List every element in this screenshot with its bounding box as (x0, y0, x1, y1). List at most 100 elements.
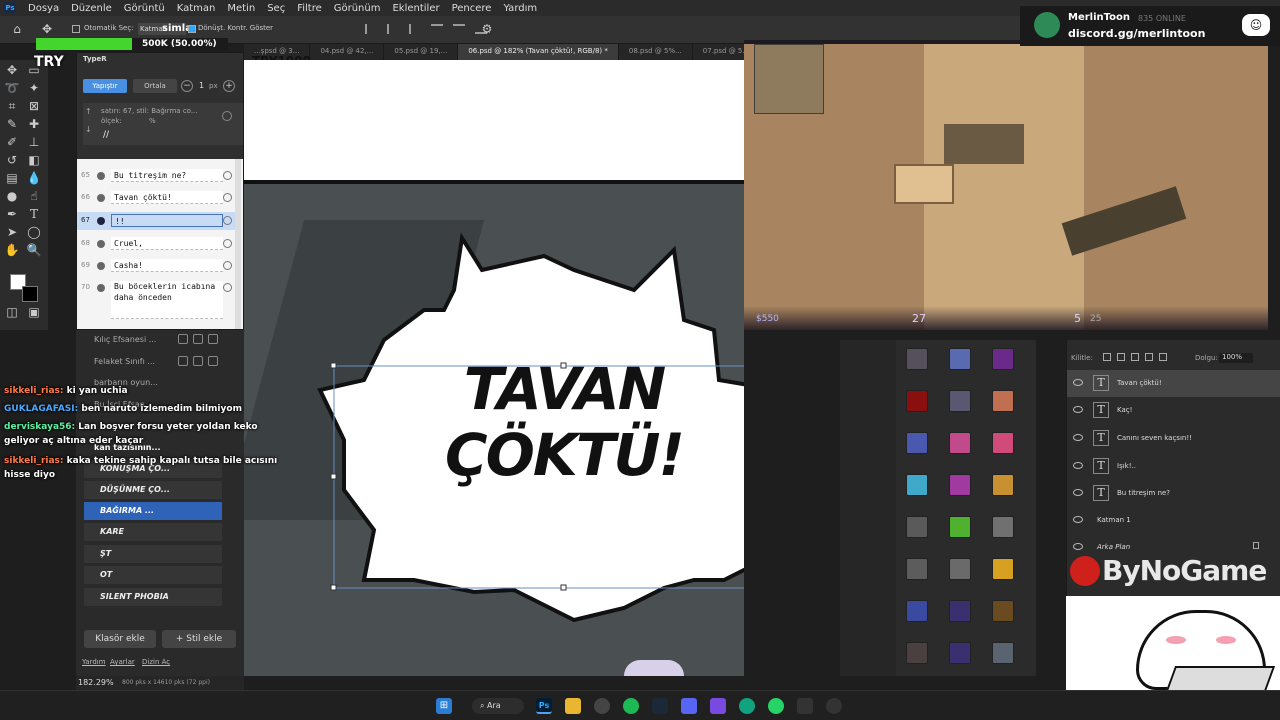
list-item[interactable]: 65 Bu titreşim ne? (77, 167, 237, 185)
list-item[interactable]: 66 Tavan çöktü! (77, 189, 237, 207)
crop-tool-icon[interactable]: ⌗ (4, 98, 20, 114)
layer-row-selected[interactable]: T Tavan çöktü! (1067, 370, 1280, 397)
settings-icon[interactable] (222, 111, 232, 121)
magic-wand-icon[interactable]: ✦ (26, 80, 42, 96)
ellipse-tool-icon[interactable]: ◯ (26, 224, 42, 240)
align-middle-icon[interactable] (453, 24, 465, 34)
browser-icon[interactable] (826, 698, 842, 714)
dodge-tool-icon[interactable]: ● (4, 188, 20, 204)
color-swatch[interactable] (992, 348, 1014, 370)
menu-view[interactable]: Görünüm (334, 3, 381, 14)
screen-mode-icon[interactable]: ▣ (26, 304, 42, 320)
color-swatch[interactable] (949, 390, 971, 412)
transform-controls-checkbox[interactable] (188, 25, 196, 33)
layer-row[interactable]: T Bu titreşim ne? (1067, 480, 1280, 507)
color-swatch[interactable] (992, 390, 1014, 412)
fill-input[interactable]: 100% (1219, 353, 1253, 363)
center-button[interactable]: Ortala (133, 79, 177, 93)
menu-filter[interactable]: Filtre (297, 3, 322, 14)
search-box[interactable]: ⌕ Ara (472, 698, 524, 714)
down-arrow-icon[interactable]: ↓ (85, 125, 92, 134)
layer-row[interactable]: T Kaç! (1067, 397, 1280, 424)
menu-help[interactable]: Yardım (503, 3, 537, 14)
pen-tool-icon[interactable]: ✒ (4, 206, 20, 222)
minus-icon[interactable]: − (181, 80, 193, 92)
spotify-icon[interactable] (623, 698, 639, 714)
home-icon[interactable]: ⌂ (10, 22, 24, 36)
game-app-icon[interactable] (797, 698, 813, 714)
align-left-icon[interactable] (365, 24, 377, 34)
edit-text[interactable]: // (103, 130, 109, 140)
color-swatch[interactable] (949, 600, 971, 622)
tab-document[interactable]: 04.psd @ 42,... (310, 44, 385, 60)
move-tool-icon[interactable]: ✥ (4, 62, 20, 78)
color-swatch[interactable] (906, 558, 928, 580)
zoom-value[interactable]: 182.29% (78, 678, 114, 687)
color-swatch[interactable] (906, 348, 928, 370)
background-color-swatch[interactable] (22, 286, 38, 302)
obs-icon[interactable] (594, 698, 610, 714)
document-canvas[interactable]: TAVAN ÇÖKTÜ! (244, 60, 744, 676)
color-swatch[interactable] (906, 600, 928, 622)
style-folder[interactable]: Kılıç Efsanesi ... (84, 331, 222, 349)
lock-position-icon[interactable] (1131, 353, 1139, 361)
color-swatch[interactable] (949, 348, 971, 370)
color-swatch[interactable] (992, 432, 1014, 454)
plus-icon[interactable]: + (223, 80, 235, 92)
color-swatch[interactable] (906, 474, 928, 496)
auto-select-checkbox[interactable] (72, 25, 80, 33)
color-swatch[interactable] (992, 474, 1014, 496)
size-value[interactable]: 1 (199, 81, 204, 90)
steam-icon[interactable] (652, 698, 668, 714)
color-swatch[interactable] (906, 390, 928, 412)
apply-button[interactable]: Yapıştır (83, 79, 127, 93)
photoshop-logo-icon[interactable]: Ps (4, 2, 16, 14)
align-right-icon[interactable] (409, 24, 421, 34)
style-item[interactable]: KARE (84, 523, 222, 541)
eraser-icon[interactable]: ◧ (26, 152, 42, 168)
menu-type[interactable]: Metin (227, 3, 255, 14)
menu-edit[interactable]: Düzenle (71, 3, 112, 14)
style-folder[interactable]: Felaket Sınıfı ... (84, 353, 222, 371)
chatgpt-icon[interactable] (739, 698, 755, 714)
eyedropper-icon[interactable]: ✎ (4, 116, 20, 132)
menu-plugins[interactable]: Eklentiler (392, 3, 439, 14)
menu-layer[interactable]: Katman (177, 3, 216, 14)
color-swatch[interactable] (949, 642, 971, 664)
help-link[interactable]: Yardım (82, 658, 106, 666)
blur-tool-icon[interactable]: 💧 (26, 170, 42, 186)
app-icon[interactable] (710, 698, 726, 714)
gear-icon[interactable]: ⚙ (480, 22, 494, 36)
layer-row[interactable]: T Işık!.. (1067, 453, 1280, 480)
list-item[interactable]: 69 Casha! (77, 257, 237, 275)
lasso-tool-icon[interactable]: ➰ (4, 80, 20, 96)
layer-row[interactable]: T Canını seven kaçsın!! (1067, 425, 1280, 452)
color-swatch[interactable] (949, 432, 971, 454)
color-swatch[interactable] (949, 516, 971, 538)
move-tool-icon[interactable]: ✥ (40, 22, 54, 36)
color-swatch[interactable] (992, 516, 1014, 538)
color-swatch[interactable] (992, 558, 1014, 580)
style-item[interactable]: OT (84, 566, 222, 584)
list-item-selected[interactable]: 67!! (77, 212, 237, 230)
settings-link[interactable]: Ayarlar (110, 658, 135, 666)
zoom-tool-icon[interactable]: 🔍 (26, 242, 42, 258)
layer-row[interactable]: Katman 1 (1067, 507, 1280, 534)
file-explorer-icon[interactable] (565, 698, 581, 714)
type-tool-icon[interactable]: T (26, 206, 42, 222)
open-folder-link[interactable]: Dizin Aç (142, 658, 170, 666)
lock-paint-icon[interactable] (1117, 353, 1125, 361)
scrollbar[interactable] (235, 159, 241, 329)
windows-start-icon[interactable]: ⊞ (436, 698, 452, 714)
discord-taskbar-icon[interactable] (681, 698, 697, 714)
color-swatch[interactable] (992, 600, 1014, 622)
list-item[interactable]: 70 Bu böceklerin icabına daha önceden (77, 279, 237, 319)
color-swatch[interactable] (906, 642, 928, 664)
whatsapp-icon[interactable] (768, 698, 784, 714)
align-top-icon[interactable] (431, 24, 443, 34)
menu-window[interactable]: Pencere (452, 3, 492, 14)
frame-tool-icon[interactable]: ⊠ (26, 98, 42, 114)
smudge-tool-icon[interactable]: ☝ (26, 188, 42, 204)
style-item[interactable]: ŞT (84, 545, 222, 563)
brush-tool-icon[interactable]: ✐ (4, 134, 20, 150)
